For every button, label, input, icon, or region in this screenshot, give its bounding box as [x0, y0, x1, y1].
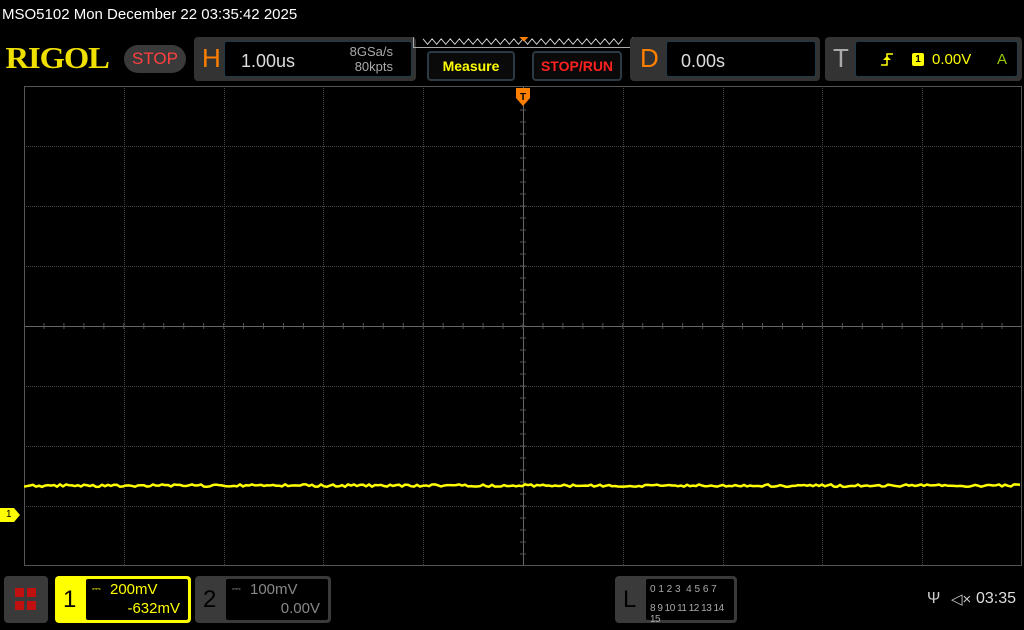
measure-button[interactable]: Measure — [427, 51, 515, 81]
channel-1-number: 1 — [63, 586, 76, 614]
channel-1-panel[interactable]: 1 ⎓ 200mV -632mV — [55, 576, 191, 623]
channel-1-offset: -632mV — [127, 600, 180, 617]
logic-channels-row-1: 0 1 2 3 4 5 6 7 — [650, 584, 717, 595]
trigger-panel[interactable]: T 1 0.00V A — [825, 37, 1022, 81]
trigger-position-indicator[interactable]: T — [515, 88, 531, 110]
dc-coupling-icon: ⎓ — [92, 583, 101, 596]
logic-panel[interactable]: L 0 1 2 3 4 5 6 7 8 9 10 11 12 13 14 15 — [615, 576, 737, 623]
rigol-logo: RIGOL — [6, 40, 109, 76]
memory-depth: 80kpts — [355, 59, 393, 74]
channel-2-panel[interactable]: 2 ⎓ 100mV 0.00V — [195, 576, 331, 623]
clock: 03:35 — [976, 590, 1016, 608]
speaker-muted-icon[interactable]: ◁× — [951, 590, 971, 608]
app-menu-button[interactable] — [4, 576, 48, 623]
logic-channels-row-2: 8 9 10 11 12 13 14 15 — [650, 603, 734, 625]
stop-run-button[interactable]: STOP/RUN — [532, 51, 622, 81]
usb-icon: Ψ — [927, 590, 940, 608]
channel-2-scale: 100mV — [250, 581, 298, 598]
run-state-badge[interactable]: STOP — [124, 45, 186, 73]
delay-panel[interactable]: D 0.00s — [630, 37, 820, 81]
rising-edge-icon — [880, 51, 894, 67]
timebase-value: 1.00us — [241, 51, 295, 72]
svg-text:T: T — [520, 92, 526, 103]
memory-position-ruler — [413, 37, 633, 48]
channel-1-trace — [24, 484, 1020, 486]
trigger-mode: A — [997, 51, 1007, 68]
trigger-level: 0.00V — [932, 51, 971, 68]
delay-label: D — [640, 43, 659, 74]
channel-2-offset: 0.00V — [281, 600, 320, 617]
channel-1-scale: 200mV — [110, 581, 158, 598]
delay-value: 0.00s — [681, 51, 725, 72]
trigger-source-badge: 1 — [912, 53, 924, 66]
ch1-offset-marker[interactable]: 1 — [0, 508, 20, 522]
channel-2-number: 2 — [203, 586, 216, 614]
dc-coupling-icon: ⎓ — [232, 583, 241, 596]
trigger-label: T — [833, 43, 849, 74]
waveform-display[interactable] — [24, 86, 1022, 566]
horizontal-label: H — [202, 43, 221, 74]
horizontal-panel[interactable]: H 1.00us 8GSa/s 80kpts — [194, 37, 416, 81]
sample-rate: 8GSa/s — [350, 44, 393, 59]
logic-label: L — [623, 586, 636, 614]
window-title: MSO5102 Mon December 22 03:35:42 2025 — [2, 6, 297, 23]
